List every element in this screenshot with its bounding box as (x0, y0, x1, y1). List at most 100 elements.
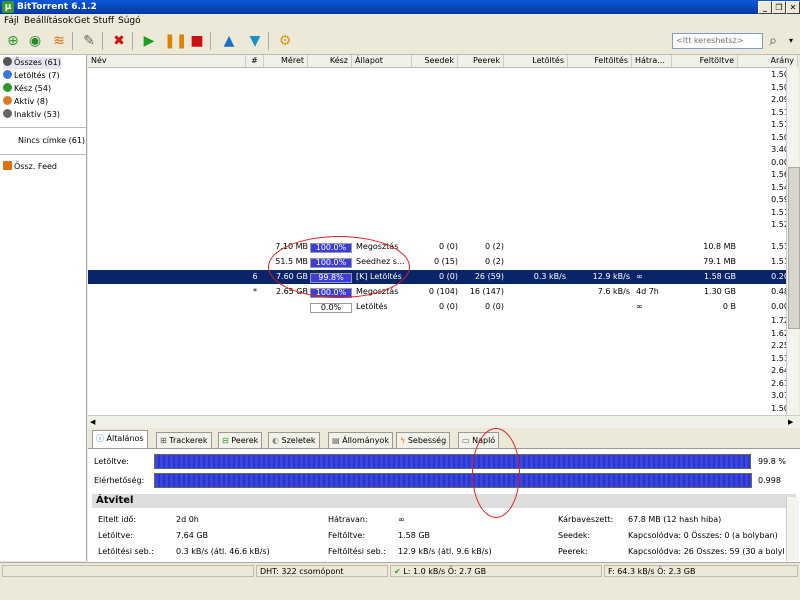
menu-get-stuff[interactable]: Get Stuff (74, 16, 114, 26)
row-progress-bar: 0.0% (310, 303, 352, 313)
sidebar-item-completed[interactable]: Kész (54) (3, 83, 51, 95)
sidebar-item-inactive[interactable]: Inaktív (53) (3, 109, 60, 121)
move-down-icon[interactable]: ▼ (246, 32, 264, 50)
status-bar: DHT: 322 csomópont ✔ L: 1.0 kB/s Ö: 2.7 … (0, 562, 800, 579)
row-uploaded: 0 B (722, 302, 736, 311)
sidebar-item-no-label[interactable]: Nincs címke (61) (18, 135, 85, 147)
wasted-value: 67.8 MB (12 hash hiba) (628, 515, 722, 524)
sidebar-divider (0, 154, 86, 155)
torrent-table: Név # Méret Kész Állapot Seedek Peerek L… (88, 55, 798, 415)
downloaded-progress-bar (154, 454, 751, 469)
table-rows: 7.10 MB Megosztás 0 (0) 0 (2) 10.8 MB 1.512 10… (88, 55, 798, 415)
upload-status: F: 64.3 kB/s Ö: 2.3 GB (604, 565, 798, 577)
completed-icon (3, 83, 12, 92)
row-uploaded: 79.1 MB (703, 257, 736, 266)
tab-speed[interactable]: ϟ Sebesség (396, 432, 451, 448)
toolbar: ⊕ ◉ ≋ ✎ ✖ ▶ ❚❚ ■ ▲ ▼ ⚙ <Itt kereshetsz> … (0, 28, 800, 55)
general-vscroll[interactable] (786, 497, 799, 561)
peers-label: Peerek: (558, 547, 588, 556)
status-pane-empty (2, 565, 254, 577)
start-icon[interactable]: ▶ (140, 32, 158, 50)
log-icon: ▭ (462, 436, 470, 445)
availability-label: Elérhetőség: (94, 476, 145, 485)
row-uploaded: 1.58 GB (703, 272, 736, 281)
sidebar-item-active[interactable]: Aktív (8) (3, 96, 48, 108)
row-seeds: 0 (0) (439, 302, 458, 311)
title-bar: µ BitTorrent 6.1.2 _ ❐ ✕ (0, 0, 800, 14)
row-peers: 16 (147) (469, 287, 504, 296)
menu-settings[interactable]: Beállítások (24, 16, 73, 26)
search-input[interactable]: <Itt kereshetsz> (672, 33, 763, 49)
peers-icon: ⊟ (222, 436, 229, 445)
add-url-icon[interactable]: ◉ (26, 32, 44, 50)
sidebar-item-feeds[interactable]: Össz. Feed (3, 161, 57, 173)
tab-files[interactable]: ▤ Állományok (328, 432, 393, 448)
scroll-left-icon[interactable]: ◀ (90, 418, 95, 426)
stop-icon[interactable]: ■ (188, 32, 206, 50)
tab-trackers[interactable]: ⊞ Trackerek (156, 432, 212, 448)
elapsed-label: Eltelt idő: (98, 515, 137, 524)
toolbar-separator (132, 32, 133, 50)
row-uploaded: 10.8 MB (703, 242, 736, 251)
table-hscroll[interactable]: ◀ ▶ (88, 415, 800, 428)
transfer-section-title: Átvitel (92, 494, 796, 508)
dht-status: DHT: 322 csomópont (256, 565, 388, 577)
row-peers: 0 (2) (485, 242, 504, 251)
move-up-icon[interactable]: ▲ (220, 32, 238, 50)
row-eta: ∞ (636, 272, 643, 281)
toolbar-separator (268, 32, 269, 50)
search-icon[interactable]: ⌕ (764, 32, 782, 50)
minimize-button[interactable]: _ (758, 1, 772, 14)
remove-icon[interactable]: ✖ (110, 32, 128, 50)
row-number: 6 (252, 272, 258, 281)
row-peers: 0 (0) (485, 302, 504, 311)
row-uploaded: 1.30 GB (703, 287, 736, 296)
scroll-right-icon[interactable]: ▶ (788, 418, 793, 426)
seeds-label: Seedek: (558, 531, 591, 540)
tab-peers[interactable]: ⊟ Peerek (218, 432, 263, 448)
remaining-label: Hátravan: (328, 515, 368, 524)
uploaded-total-label: Feltöltve: (328, 531, 366, 540)
preferences-icon[interactable]: ⚙ (276, 32, 294, 50)
row-eta: ∞ (636, 302, 643, 311)
search-dropdown-icon[interactable]: ▾ (782, 32, 800, 50)
upload-speed-value: 12.9 kB/s (átl. 9.6 kB/s) (398, 547, 492, 556)
annotation-circle (472, 428, 520, 518)
row-seeds: 0 (0) (439, 242, 458, 251)
scroll-thumb[interactable] (788, 167, 800, 329)
toolbar-separator (72, 32, 73, 50)
maximize-button[interactable]: ❐ (772, 1, 786, 14)
speed-icon: ϟ (400, 436, 406, 445)
add-torrent-icon[interactable]: ⊕ (4, 32, 22, 50)
create-torrent-icon[interactable]: ✎ (80, 32, 98, 50)
table-vscroll[interactable] (786, 67, 800, 415)
sidebar-item-downloading[interactable]: Letöltés (7) (3, 70, 60, 82)
table-row[interactable]: 7.10 MB Megosztás 0 (0) 0 (2) 10.8 MB 1.512 10… (88, 240, 794, 254)
row-seeds: 0 (15) (433, 257, 458, 266)
upload-speed-label: Feltöltési seb.: (328, 547, 386, 556)
close-button[interactable]: ✕ (786, 1, 800, 14)
remaining-value: ∞ (398, 515, 405, 524)
downloaded-value: 99.8 % (758, 457, 786, 466)
info-icon: ⓘ (96, 434, 104, 443)
downloaded-label: Letöltve: (94, 457, 129, 466)
table-row[interactable]: 51.5 MB Seedhez s... 0 (15) 0 (2) 79.1 MB 1.5… (88, 255, 794, 269)
tab-pieces[interactable]: ◐ Szeletek (268, 432, 320, 448)
table-row[interactable]: 6 7.60 GB [K] Letöltés 0 (0) 26 (59) 0.3 kB/s… (88, 270, 794, 284)
peers-value: Kapcsolódva: 26 Összes: 59 (30 a bolyba (628, 547, 784, 556)
rss-icon[interactable]: ≋ (50, 32, 68, 50)
availability-value: 0.998 (758, 476, 781, 485)
bittorrent-logo-icon: µ (2, 1, 14, 13)
downloaded-total-value: 7.64 GB (176, 531, 209, 540)
tab-general[interactable]: ⓘ Általános (92, 430, 148, 448)
pause-icon[interactable]: ❚❚ (164, 32, 187, 50)
table-row[interactable]: * 2.65 GB Megosztás 0 (104) 16 (147) 7.6 kB/s… (88, 285, 794, 299)
menu-help[interactable]: Súgó (118, 16, 141, 26)
active-icon (3, 96, 12, 105)
row-peers: 26 (59) (474, 272, 504, 281)
sidebar-item-all[interactable]: Összes (61) (3, 57, 61, 69)
menu-file[interactable]: Fájl (4, 16, 19, 26)
elapsed-value: 2d 0h (176, 515, 199, 524)
row-done-text: 0.0% (320, 303, 342, 312)
table-row[interactable]: Letöltés 0 (0) 0 (0) ∞ 0 B 0.000 0.0% (88, 300, 794, 314)
